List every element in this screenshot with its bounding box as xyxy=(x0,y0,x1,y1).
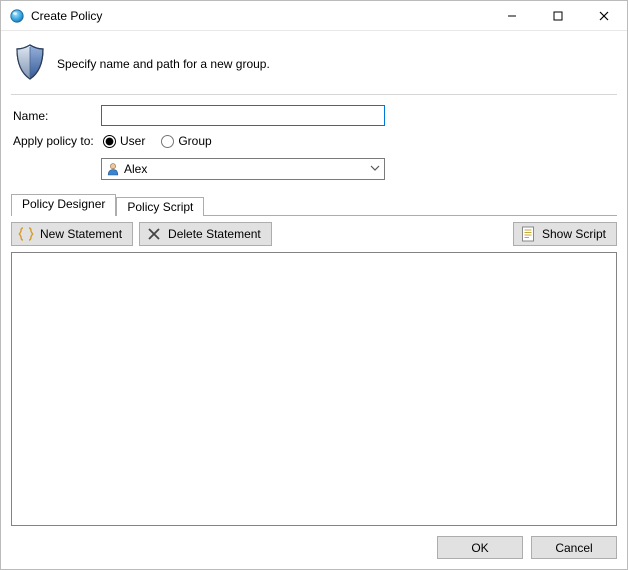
button-label: New Statement xyxy=(40,227,122,241)
window-title: Create Policy xyxy=(31,9,102,23)
name-input[interactable] xyxy=(101,105,385,126)
radio-user-input[interactable] xyxy=(103,135,116,148)
shield-icon xyxy=(13,43,47,84)
name-row: Name: xyxy=(11,105,617,126)
apply-label: Apply policy to: xyxy=(11,134,101,148)
show-script-button[interactable]: Show Script xyxy=(513,222,617,246)
close-button[interactable] xyxy=(581,1,627,31)
target-select-row: Alex xyxy=(11,158,617,180)
tab-policy-script[interactable]: Policy Script xyxy=(116,197,204,216)
delete-icon xyxy=(146,226,162,242)
radio-user-label: User xyxy=(120,134,145,148)
minimize-button[interactable] xyxy=(489,1,535,31)
target-name: Alex xyxy=(124,162,366,176)
tabs: Policy Designer Policy Script xyxy=(11,194,617,216)
tab-label: Policy Designer xyxy=(22,197,105,211)
radio-group-input[interactable] xyxy=(161,135,174,148)
toolbar: New Statement Delete Statement xyxy=(11,216,617,252)
tab-label: Policy Script xyxy=(127,200,193,214)
radio-user[interactable]: User xyxy=(103,134,145,148)
tab-policy-designer[interactable]: Policy Designer xyxy=(11,194,116,216)
braces-icon xyxy=(18,226,34,242)
delete-statement-button[interactable]: Delete Statement xyxy=(139,222,272,246)
dialog-buttons: OK Cancel xyxy=(11,526,617,559)
create-policy-dialog: Create Policy xyxy=(0,0,628,570)
user-icon xyxy=(106,162,120,176)
target-select[interactable]: Alex xyxy=(101,158,385,180)
header-description: Specify name and path for a new group. xyxy=(57,57,270,71)
ok-button[interactable]: OK xyxy=(437,536,523,559)
name-label: Name: xyxy=(11,109,101,123)
button-label: Delete Statement xyxy=(168,227,261,241)
chevron-down-icon xyxy=(366,162,384,176)
radio-group[interactable]: Group xyxy=(161,134,211,148)
titlebar: Create Policy xyxy=(1,1,627,31)
button-label: Show Script xyxy=(542,227,606,241)
separator xyxy=(11,94,617,95)
radio-group-label: Group xyxy=(178,134,211,148)
statement-editor[interactable] xyxy=(11,252,617,526)
app-icon xyxy=(9,8,25,24)
new-statement-button[interactable]: New Statement xyxy=(11,222,133,246)
apply-row: Apply policy to: User Group xyxy=(11,134,617,148)
apply-radio-group: User Group xyxy=(103,134,212,148)
maximize-button[interactable] xyxy=(535,1,581,31)
header-row: Specify name and path for a new group. xyxy=(11,39,617,94)
cancel-button[interactable]: Cancel xyxy=(531,536,617,559)
script-icon xyxy=(520,226,536,242)
